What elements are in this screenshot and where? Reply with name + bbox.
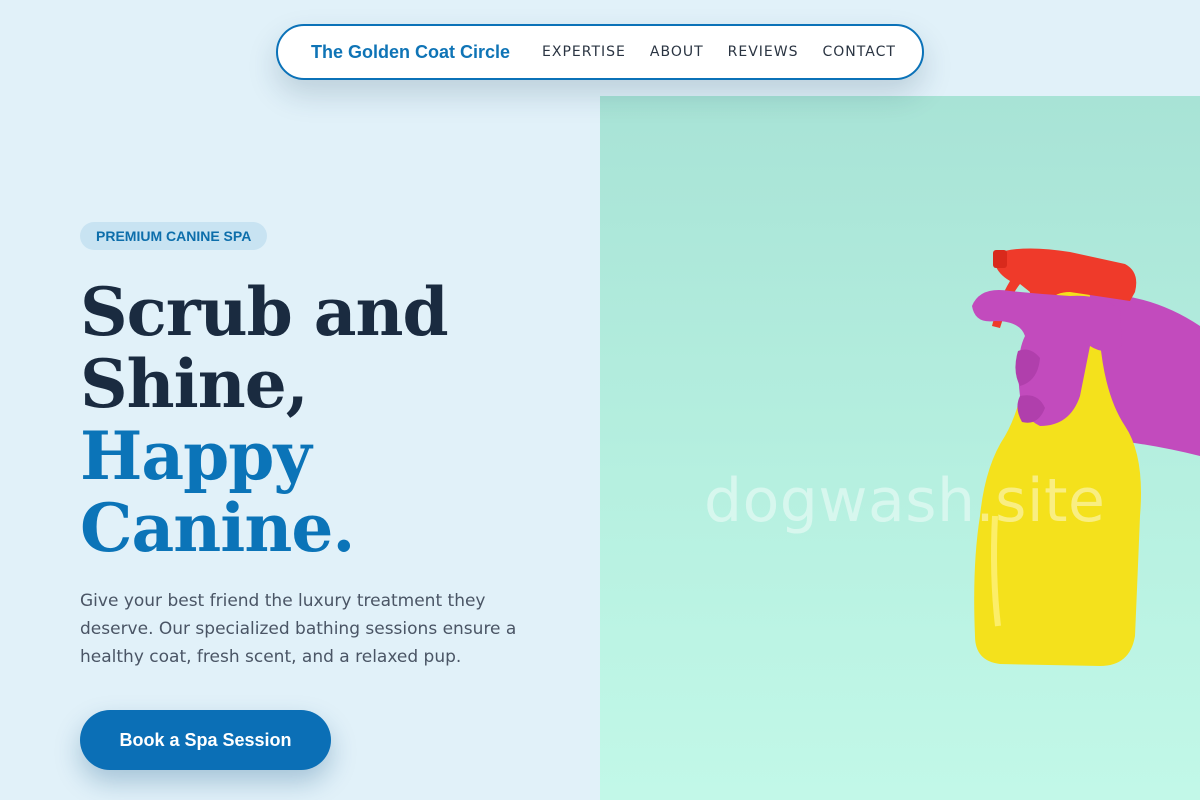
- hero-description: Give your best friend the luxury treatme…: [80, 591, 517, 667]
- headline-accent-line: Happy: [80, 417, 312, 495]
- nav-link-reviews[interactable]: REVIEWS: [728, 44, 799, 60]
- book-spa-session-button[interactable]: Book a Spa Session: [80, 710, 331, 770]
- hero-image: dogwash.site: [600, 96, 1200, 800]
- nav-link-contact[interactable]: CONTACT: [823, 44, 896, 60]
- brand-logo-text[interactable]: The Golden Coat Circle: [311, 42, 510, 63]
- top-navbar: The Golden Coat Circle EXPERTISE ABOUT R…: [276, 24, 924, 80]
- nav-link-about[interactable]: ABOUT: [650, 44, 704, 60]
- spray-bottle-illustration: [972, 248, 1200, 666]
- nav-link-expertise[interactable]: EXPERTISE: [542, 44, 626, 60]
- headline-accent-line: Canine.: [80, 489, 355, 567]
- headline-line: Scrub and: [80, 273, 449, 351]
- headline-line: Shine,: [80, 345, 309, 423]
- category-badge: PREMIUM CANINE SPA: [80, 222, 268, 250]
- hero-headline: Scrub and Shine, Happy Canine.: [80, 273, 449, 567]
- watermark-text: dogwash.site: [704, 466, 1106, 536]
- trigger-nozzle: [993, 250, 1007, 268]
